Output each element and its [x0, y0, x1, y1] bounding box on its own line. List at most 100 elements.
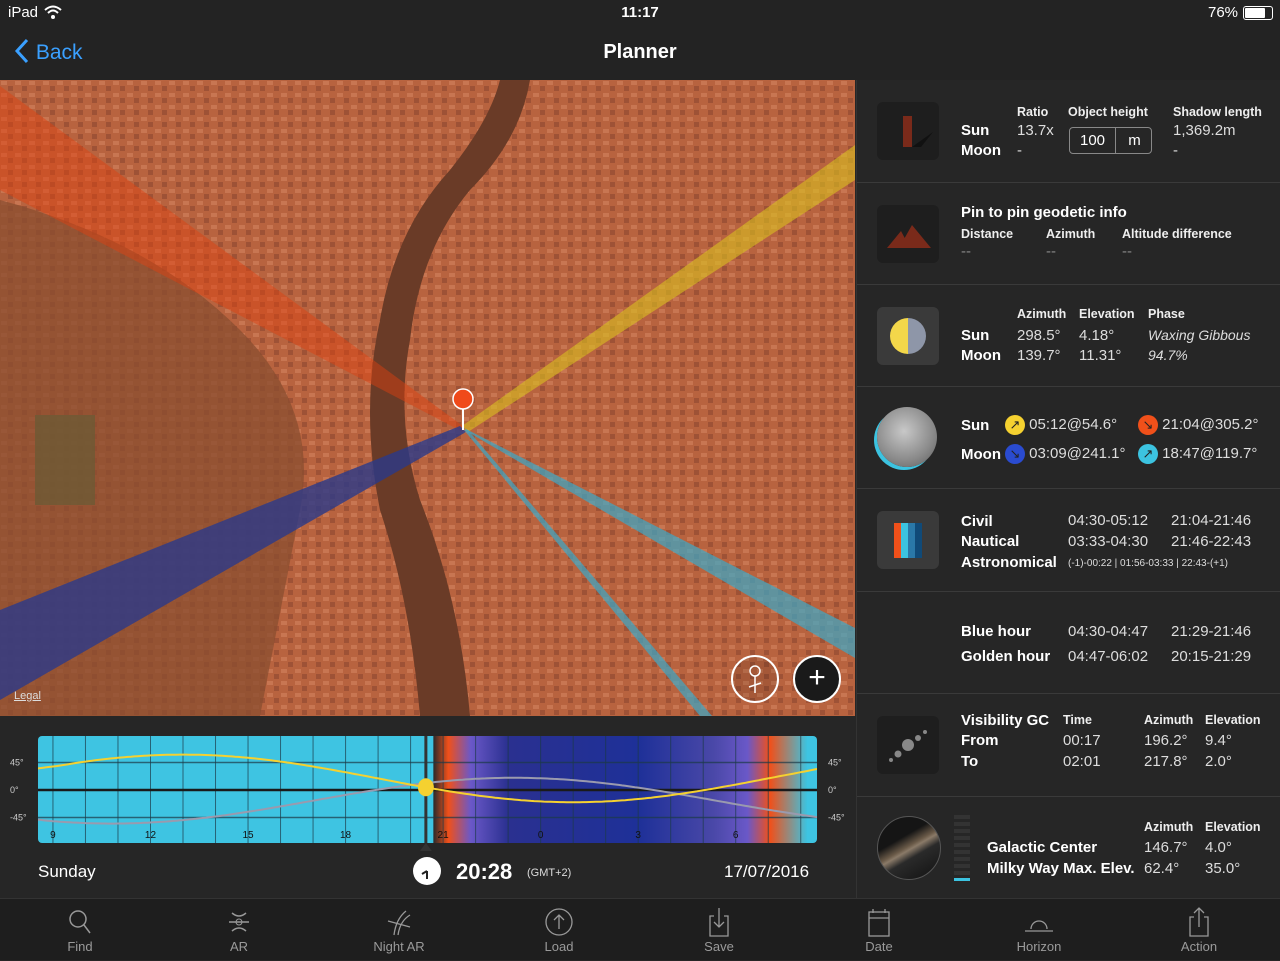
galaxy-dots-icon [877, 716, 939, 774]
azimuth-label: Azimuth [1144, 713, 1194, 727]
map-view[interactable]: Legal + [0, 80, 855, 716]
to-label: To [961, 753, 979, 770]
tab-horizon[interactable]: Horizon [979, 899, 1099, 961]
level-indicator [954, 878, 970, 881]
object-height-label: Object height [1068, 105, 1148, 119]
sun-position-marker [417, 778, 434, 797]
elevation-label: Elevation [1205, 820, 1261, 834]
clock: 11:17 [621, 4, 659, 21]
save-icon [709, 908, 729, 937]
from-time: 00:17 [1063, 732, 1101, 749]
clock-icon[interactable] [413, 857, 441, 885]
tab-save[interactable]: Save [659, 899, 779, 961]
y-tick-label-left: 45° [10, 758, 24, 768]
azimuth-value: -- [1046, 243, 1056, 260]
elevation-timeline-chart[interactable]: 9 12 15 18 21 0 3 6 45° 45° 0° 0° -45° -45° [0, 716, 855, 851]
azimuth-label: Azimuth [1144, 820, 1194, 834]
geodetic-section: Pin to pin geodetic info Distance -- Azi… [857, 183, 1280, 285]
pin-drop-icon [748, 665, 762, 693]
milky-way-image [877, 816, 941, 880]
time-display[interactable]: 20:28 [456, 859, 512, 885]
info-panel: Sun Moon Ratio 13.7x - Object height 100… [856, 80, 1280, 898]
civil-evening: 21:04-21:46 [1171, 512, 1252, 529]
plus-icon: + [808, 661, 826, 694]
tab-night-ar[interactable]: Night AR [339, 899, 459, 961]
x-tick-label: 21 [438, 830, 450, 841]
moon-label: Moon [961, 347, 1001, 364]
blue-hour-label: Blue hour [961, 623, 1031, 640]
date-display[interactable]: 17/07/2016 [724, 862, 809, 882]
secondary-pin-button[interactable] [731, 655, 779, 703]
sunrise-value: 05:12@54.6° [1029, 415, 1118, 433]
mw-elevation: 35.0° [1205, 860, 1241, 877]
sunset-value: 21:04@305.2° [1162, 415, 1259, 433]
sun-ratio: 13.7x [1017, 122, 1054, 139]
tab-label: Find [67, 939, 93, 954]
mw-azimuth: 62.4° [1144, 860, 1180, 877]
tab-ar[interactable]: AR [179, 899, 299, 961]
ar-icon [229, 912, 249, 932]
object-height-input[interactable]: 100 [1070, 128, 1116, 153]
sun-label: Sun [961, 327, 990, 344]
moon-phase-icon [877, 307, 939, 365]
sun-azimuth: 298.5° [1017, 327, 1061, 344]
from-elevation: 9.4° [1205, 732, 1232, 749]
date-icon [868, 909, 890, 937]
tab-label: Horizon [1016, 939, 1062, 954]
moonset-icon: ↘ [1005, 444, 1025, 464]
legal-link[interactable]: Legal [14, 690, 41, 702]
tab-label: Save [704, 939, 734, 954]
night-ar-icon [387, 910, 411, 936]
golden-hour-evening: 20:15-21:29 [1171, 648, 1252, 665]
battery-percent: 76% [1208, 4, 1239, 21]
tab-label: Night AR [373, 939, 425, 954]
galactic-center-label: Galactic Center [987, 839, 1098, 856]
horizon-icon [1025, 920, 1053, 932]
tab-find[interactable]: Find [20, 899, 140, 961]
day-label: Sunday [38, 862, 96, 881]
nav-bar: Back Planner [0, 26, 1280, 80]
satellite-map[interactable] [0, 80, 855, 716]
tab-label: Load [544, 939, 574, 954]
tab-label: AR [229, 939, 249, 954]
azimuth-label: Azimuth [1046, 227, 1096, 241]
x-tick-label: 9 [50, 830, 56, 841]
mountain-icon [877, 205, 939, 263]
astronomical-value: (-1)-00:22 | 01:56-03:33 | 22:43-(+1) [1068, 558, 1229, 569]
from-label: From [961, 732, 999, 749]
galactic-center-section: Azimuth Elevation Galactic Center 146.7°… [857, 797, 1280, 898]
tab-action[interactable]: Action [1139, 899, 1259, 961]
geodetic-title: Pin to pin geodetic info [961, 204, 1127, 221]
moon-shadow-length: - [1173, 142, 1178, 159]
load-icon [545, 908, 573, 936]
sun-shadow-length: 1,369.2m [1173, 122, 1236, 139]
action-icon [1189, 907, 1209, 937]
x-tick-label: 6 [733, 830, 739, 841]
unit-selector[interactable]: m [1117, 132, 1152, 149]
map-pin[interactable] [452, 388, 474, 410]
object-height-field[interactable]: 100 m [1069, 127, 1152, 154]
tab-date[interactable]: Date [819, 899, 939, 961]
stadium [35, 415, 95, 505]
elevation-level-meter [954, 815, 970, 881]
x-tick-label: 12 [145, 830, 157, 841]
golden-hour-morning: 04:47-06:02 [1068, 648, 1149, 665]
moonrise-icon: ↗ [1138, 444, 1158, 464]
civil-label: Civil [961, 513, 993, 530]
moon-label: Moon [961, 142, 1001, 159]
twilight-icon [877, 511, 939, 569]
page-title: Planner [603, 41, 677, 63]
y-tick-label-right: 45° [828, 758, 842, 768]
zoom-in-button[interactable]: + [793, 655, 841, 703]
altitude-difference-value: -- [1122, 243, 1132, 260]
phase-label: Phase [1148, 307, 1185, 321]
position-section: Sun Moon Azimuth 298.5° 139.7° Elevation… [857, 285, 1280, 387]
moon-ratio: - [1017, 142, 1022, 159]
tab-load[interactable]: Load [499, 899, 619, 961]
ratio-label: Ratio [1017, 105, 1049, 119]
nautical-morning: 03:33-04:30 [1068, 533, 1149, 550]
time-cursor-handle [419, 843, 432, 851]
blue-hour-morning: 04:30-04:47 [1068, 623, 1149, 640]
to-time: 02:01 [1063, 753, 1101, 770]
y-tick-label-left: 0° [10, 785, 19, 795]
